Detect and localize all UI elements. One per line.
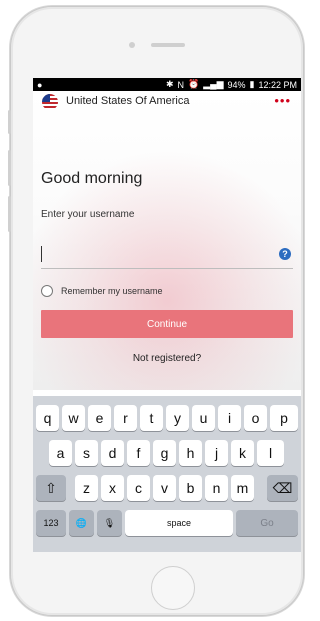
key-v[interactable]: v [153,475,176,501]
text-caret [41,246,42,262]
status-bar: ● ✱ N ⏰ ▂▄▆ 94% ▮ 12:22 PM [33,78,301,91]
key-t[interactable]: t [140,405,163,431]
key-d[interactable]: d [101,440,124,466]
remember-username[interactable]: Remember my username [41,285,163,297]
alarm-icon: ⏰ [188,79,200,89]
us-flag-icon[interactable] [42,94,58,110]
nfc-icon: N [177,79,185,90]
keyboard-row-2: a s d f g h j k l [33,440,301,466]
not-registered-link[interactable]: Not registered? [33,353,301,364]
keyboard: q w e r t y u i o p a s d f g h j k l ⇧ … [33,396,301,552]
home-button[interactable] [151,566,195,610]
key-o[interactable]: o [244,405,267,431]
key-k[interactable]: k [231,440,254,466]
key-b[interactable]: b [179,475,202,501]
key-p[interactable]: p [270,405,298,431]
more-dots-icon[interactable]: ••• [274,94,291,107]
continue-button[interactable]: Continue [41,310,293,338]
keyboard-row-4: 123 🌐 🎙 space Go [33,510,301,536]
header-bar: United States Of America ••• [33,91,301,113]
key-g[interactable]: g [153,440,176,466]
key-n[interactable]: n [205,475,228,501]
key-h[interactable]: h [179,440,202,466]
bluetooth-icon: ✱ [166,79,174,89]
key-z[interactable]: z [75,475,98,501]
username-input[interactable]: ? [41,238,293,269]
space-key[interactable]: space [125,510,233,536]
username-label: Enter your username [41,209,135,220]
volume-up-button [8,150,11,186]
key-x[interactable]: x [101,475,124,501]
help-icon[interactable]: ? [279,248,291,260]
key-s[interactable]: s [75,440,98,466]
speaker [151,43,185,47]
camera [129,42,135,48]
key-l[interactable]: l [257,440,284,466]
microphone-icon[interactable]: 🎙 [97,510,122,536]
shift-key[interactable]: ⇧ [36,475,66,501]
remember-label: Remember my username [61,286,163,296]
volume-down-button [8,196,11,232]
keyboard-row-1: q w e r t y u i o p [33,405,301,431]
remember-radio[interactable] [41,285,53,297]
key-u[interactable]: u [192,405,215,431]
key-y[interactable]: y [166,405,189,431]
battery-icon: ▮ [249,79,255,89]
key-q[interactable]: q [36,405,59,431]
key-e[interactable]: e [88,405,111,431]
key-i[interactable]: i [218,405,241,431]
signal-icon: ▂▄▆ [203,79,224,89]
status-time: 12:22 PM [258,79,297,90]
notification-icon: ● [37,79,43,90]
numbers-key[interactable]: 123 [36,510,66,536]
greeting-title: Good morning [41,170,143,187]
globe-icon[interactable]: 🌐 [69,510,94,536]
delete-key[interactable]: ⌫ [267,475,298,501]
key-c[interactable]: c [127,475,150,501]
key-j[interactable]: j [205,440,228,466]
key-a[interactable]: a [49,440,72,466]
side-button [8,110,11,134]
country-selector[interactable]: United States Of America [66,95,190,107]
battery-level: 94% [227,79,246,90]
go-key[interactable]: Go [236,510,298,536]
key-w[interactable]: w [62,405,85,431]
screen: ● ✱ N ⏰ ▂▄▆ 94% ▮ 12:22 PM United States… [33,78,301,552]
key-m[interactable]: m [231,475,254,501]
key-r[interactable]: r [114,405,137,431]
key-f[interactable]: f [127,440,150,466]
keyboard-row-3: ⇧ z x c v b n m ⌫ [33,475,301,501]
